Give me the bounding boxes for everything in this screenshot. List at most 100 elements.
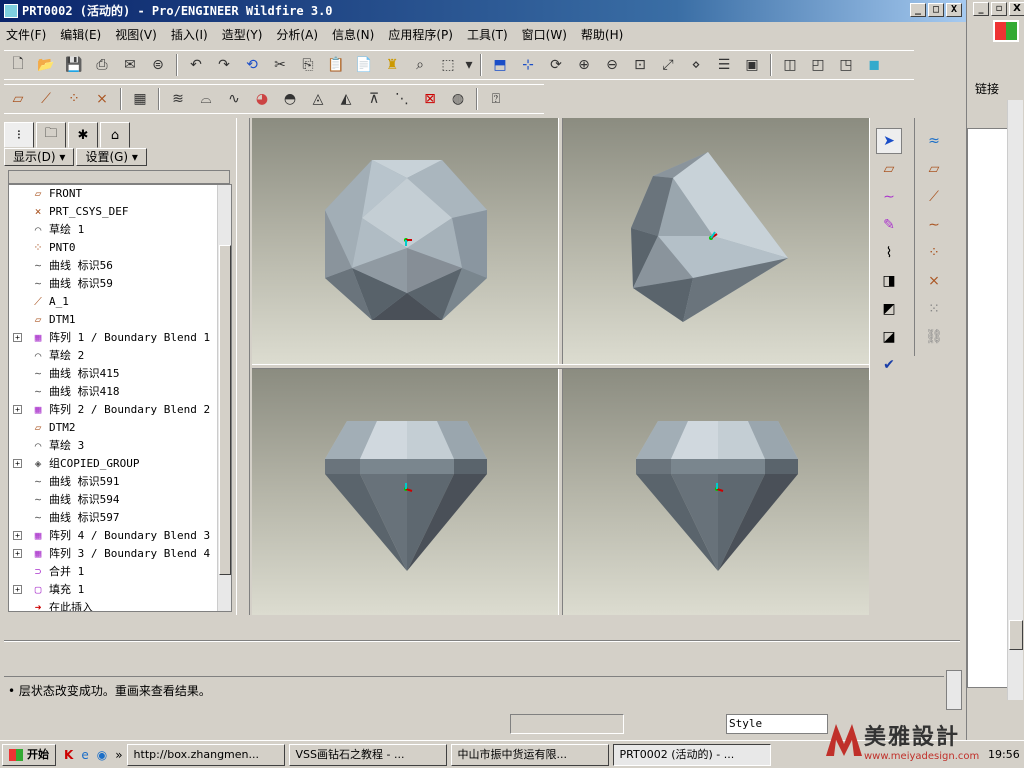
- offset-icon[interactable]: ∿: [222, 87, 246, 111]
- viewport-top-left[interactable]: [252, 118, 558, 364]
- curve-sketch-icon[interactable]: ∼: [876, 184, 902, 210]
- new-file-icon[interactable]: 🗋: [6, 53, 30, 77]
- tree-item[interactable]: ∼ 曲线 标识594: [9, 491, 231, 509]
- minimize-button[interactable]: _: [910, 3, 926, 17]
- bg-minimize-button[interactable]: _: [973, 2, 989, 16]
- deviation-icon[interactable]: ⋱: [390, 87, 414, 111]
- send-mail-icon[interactable]: ✉: [118, 53, 142, 77]
- close-button[interactable]: X: [946, 3, 962, 17]
- sketch-pen-icon[interactable]: ✎: [876, 212, 902, 238]
- surface-icon[interactable]: ◨: [876, 268, 902, 294]
- offset-points-icon[interactable]: ⁙: [921, 296, 947, 322]
- settings-dropdown[interactable]: 设置(G) ▾: [76, 148, 147, 166]
- curve-icon[interactable]: ∼: [921, 212, 947, 238]
- tree-item[interactable]: ∼ 曲线 标识56: [9, 257, 231, 275]
- expand-toggle-icon[interactable]: +: [13, 549, 22, 558]
- section-icon[interactable]: ⌓: [194, 87, 218, 111]
- task-vss-tutorial[interactable]: VSS画钻石之教程 - ...: [288, 743, 447, 766]
- trim-icon[interactable]: ◩: [876, 296, 902, 322]
- bg-restore-button[interactable]: ▫: [991, 2, 1007, 16]
- more-quicklaunch-icon[interactable]: »: [115, 748, 122, 762]
- menu-window[interactable]: 窗口(W): [522, 26, 567, 43]
- cut-icon[interactable]: ✂: [268, 53, 292, 77]
- tree-item[interactable]: ⌒ 草绘 1: [9, 221, 231, 239]
- tree-item[interactable]: ∼ 曲线 标识597: [9, 509, 231, 527]
- tree-item[interactable]: ⟋ A_1: [9, 293, 231, 311]
- tab-connections[interactable]: ⌂: [100, 122, 130, 148]
- expand-toggle-icon[interactable]: +: [13, 531, 22, 540]
- bg-close-button[interactable]: X: [1009, 2, 1024, 16]
- message-scrollbar[interactable]: [946, 670, 962, 710]
- tree-item[interactable]: ∼ 曲线 标识415: [9, 365, 231, 383]
- expand-toggle-icon[interactable]: +: [13, 585, 22, 594]
- open-folder-icon[interactable]: 📂: [34, 53, 58, 77]
- zoom-in-icon[interactable]: ⊕: [572, 53, 596, 77]
- expand-toggle-icon[interactable]: +: [13, 333, 22, 342]
- tree-scrollbar[interactable]: [217, 185, 231, 611]
- menu-style[interactable]: 造型(Y): [222, 26, 263, 43]
- find-icon[interactable]: ⌕: [408, 53, 432, 77]
- tree-item[interactable]: ➜ 在此插入: [9, 599, 231, 611]
- link-label[interactable]: 链接: [975, 80, 999, 97]
- datum-display-icon[interactable]: ▦: [128, 87, 152, 111]
- spin-center-icon[interactable]: ⊹: [516, 53, 540, 77]
- hide-analysis-icon[interactable]: ◍: [446, 87, 470, 111]
- tab-favorites[interactable]: ✱: [68, 122, 98, 148]
- tab-model-tree[interactable]: ⁝: [4, 122, 34, 148]
- menu-tools[interactable]: 工具(T): [467, 26, 508, 43]
- selection-box-icon[interactable]: ⬚: [436, 53, 460, 77]
- tab-folder-browser[interactable]: 🗀: [36, 122, 66, 148]
- viewport-bottom-left[interactable]: [252, 369, 558, 615]
- menu-info[interactable]: 信息(N): [332, 26, 374, 43]
- viewport-horizontal-sash[interactable]: [252, 364, 869, 369]
- model-player-icon[interactable]: ♜: [380, 53, 404, 77]
- start-button[interactable]: 开始: [2, 743, 56, 766]
- repaint-icon[interactable]: ⬒: [488, 53, 512, 77]
- style-filter[interactable]: Style: [726, 714, 828, 734]
- boundary-blend-icon[interactable]: ⌇: [876, 240, 902, 266]
- send-link-icon[interactable]: ⊜: [146, 53, 170, 77]
- ie-icon[interactable]: e: [81, 748, 88, 762]
- maximize-button[interactable]: □: [928, 3, 944, 17]
- tree-item[interactable]: ∼ 曲线 标识59: [9, 275, 231, 293]
- line-icon[interactable]: ⟋: [921, 184, 947, 210]
- orient-mode-icon[interactable]: ⟳: [544, 53, 568, 77]
- kingsoft-icon[interactable]: K: [64, 748, 73, 762]
- task-proe[interactable]: PRT0002 (活动的) - ...: [612, 743, 771, 766]
- undo-icon[interactable]: ↶: [184, 53, 208, 77]
- tree-item[interactable]: + ◈ 组COPIED_GROUP: [9, 455, 231, 473]
- tree-item[interactable]: ⁘ PNT0: [9, 239, 231, 257]
- paste-icon[interactable]: 📋: [324, 53, 348, 77]
- draft-analysis-icon[interactable]: ◬: [306, 87, 330, 111]
- context-help-icon[interactable]: ⍰: [484, 87, 508, 111]
- datum-axis-icon[interactable]: ⟋: [34, 87, 58, 111]
- delete-analysis-icon[interactable]: ⊠: [418, 87, 442, 111]
- menu-insert[interactable]: 插入(I): [171, 26, 208, 43]
- menu-analysis[interactable]: 分析(A): [276, 26, 318, 43]
- hidden-line-icon[interactable]: ◰: [806, 53, 830, 77]
- chain-icon[interactable]: ⛓: [921, 324, 947, 350]
- bg-scrollbar[interactable]: [1007, 100, 1023, 700]
- tree-item[interactable]: ▱ FRONT: [9, 185, 231, 203]
- edit-surface-icon[interactable]: ◪: [876, 324, 902, 350]
- task-company[interactable]: 中山市振中货运有限...: [450, 743, 609, 766]
- tree-item[interactable]: ▱ DTM2: [9, 419, 231, 437]
- saved-views-icon[interactable]: ⋄: [684, 53, 708, 77]
- datum-csys-icon[interactable]: ⨯: [90, 87, 114, 111]
- plane-outline-icon[interactable]: ▱: [921, 156, 947, 182]
- datum-plane-icon[interactable]: ▱: [6, 87, 30, 111]
- explorer-icon[interactable]: ◉: [97, 748, 107, 762]
- viewport-top-right[interactable]: [563, 118, 869, 364]
- surface-plane-icon[interactable]: ▱: [876, 156, 902, 182]
- zoom-out-icon[interactable]: ⊖: [600, 53, 624, 77]
- curve-wave-icon[interactable]: ≈: [921, 128, 947, 154]
- menu-file[interactable]: 文件(F): [6, 26, 46, 43]
- dihedral-icon[interactable]: ⊼: [362, 87, 386, 111]
- tree-item[interactable]: ∼ 曲线 标识591: [9, 473, 231, 491]
- save-icon[interactable]: 💾: [62, 53, 86, 77]
- tree-item[interactable]: + ▢ 填充 1: [9, 581, 231, 599]
- shading-icon[interactable]: ◼: [862, 53, 886, 77]
- navigator-sash[interactable]: [236, 118, 250, 615]
- task-browser[interactable]: http://box.zhangmen...: [126, 743, 285, 766]
- tree-item[interactable]: ⌒ 草绘 3: [9, 437, 231, 455]
